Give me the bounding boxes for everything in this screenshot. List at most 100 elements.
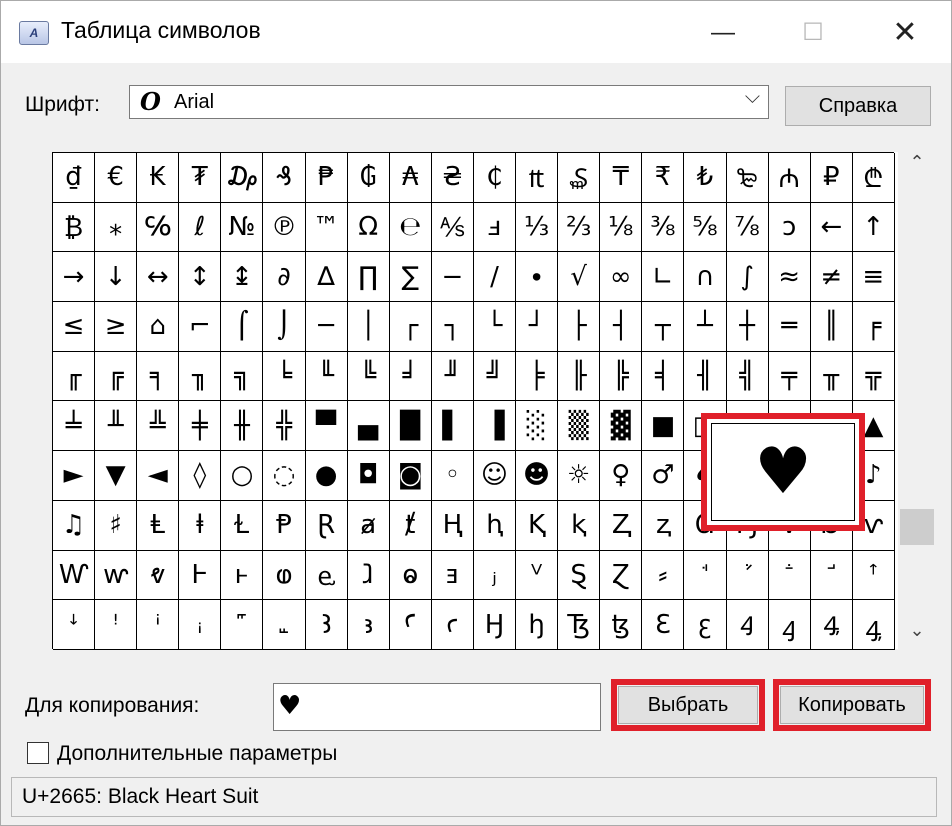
copy-button[interactable]: Копировать (780, 686, 924, 724)
character-cell[interactable]: █ (389, 401, 432, 452)
character-cell[interactable]: ≡ (852, 252, 895, 303)
minimize-button[interactable]: — (705, 15, 741, 51)
character-cell[interactable]: ┬ (642, 302, 685, 352)
character-cell[interactable]: ⌂ (137, 302, 180, 352)
character-cell[interactable]: ← (810, 202, 853, 253)
character-cell[interactable]: ∫ (726, 252, 769, 303)
character-cell[interactable]: ╘ (263, 351, 306, 402)
character-cell[interactable]: ꜝ (95, 600, 138, 650)
character-cell[interactable]: Ɽ (305, 500, 348, 551)
character-cell[interactable]: ₱ (305, 153, 348, 203)
character-cell[interactable]: ⱷ (263, 550, 306, 601)
character-cell[interactable]: Ɫ (221, 500, 264, 551)
character-cell[interactable]: ╡ (642, 351, 685, 402)
character-cell[interactable]: Ⱳ (53, 550, 96, 601)
scroll-up-arrow-icon[interactable]: ⌃ (903, 152, 931, 180)
character-cell[interactable]: ₸ (600, 153, 643, 203)
character-cell[interactable]: ⱼ (473, 550, 517, 601)
character-cell[interactable]: ꜚ (810, 550, 853, 601)
character-cell[interactable]: ╒ (852, 302, 895, 352)
character-cell[interactable]: ⅎ (473, 202, 517, 253)
character-cell[interactable]: ₽ (810, 153, 853, 203)
character-cell[interactable]: ∆ (305, 252, 348, 303)
character-cell[interactable]: ⁎ (95, 202, 138, 253)
help-button[interactable]: Справка (785, 86, 931, 126)
character-cell[interactable]: ⅍ (431, 202, 474, 253)
character-cell[interactable]: ⱪ (558, 500, 601, 551)
character-cell[interactable]: ┌ (389, 302, 432, 352)
character-cell[interactable]: ₲ (347, 153, 390, 203)
character-cell[interactable]: └ (473, 302, 517, 352)
character-cell[interactable]: ╝ (473, 351, 517, 402)
character-cell[interactable]: ⱳ (95, 550, 138, 601)
characters-to-copy-input[interactable]: ♥ (273, 683, 601, 731)
character-cell[interactable]: ₻ (726, 153, 769, 203)
character-cell[interactable]: ꜙ (768, 550, 811, 601)
character-cell[interactable]: ꜗ (684, 550, 727, 601)
character-cell[interactable]: ○ (221, 451, 264, 501)
character-cell[interactable]: ꜧ (516, 600, 559, 650)
character-cell[interactable]: ╔ (95, 351, 138, 402)
character-cell[interactable]: Ⱶ (179, 550, 222, 601)
character-cell[interactable]: ꜠ (221, 600, 264, 650)
character-cell[interactable]: ꜞ (137, 600, 180, 650)
maximize-button[interactable]: ☐ (795, 15, 831, 51)
character-cell[interactable]: ₶ (516, 153, 559, 203)
character-cell[interactable]: ∕ (473, 252, 517, 303)
character-cell[interactable]: € (95, 153, 138, 203)
character-cell[interactable]: ⱴ (137, 550, 180, 601)
character-cell[interactable]: ⱬ (642, 500, 685, 551)
character-cell[interactable]: ⱶ (221, 550, 264, 601)
character-cell[interactable]: ≠ (810, 252, 853, 303)
character-cell[interactable]: ╬ (263, 401, 306, 452)
character-cell[interactable]: ◦ (431, 451, 474, 501)
character-cell[interactable]: ┴ (684, 302, 727, 352)
character-cell[interactable]: ⌐ (179, 302, 222, 352)
character-cell[interactable]: ⅝ (684, 202, 727, 253)
character-cell[interactable]: Ⱡ (137, 500, 180, 551)
character-cell[interactable]: Ɀ (600, 550, 643, 601)
character-cell[interactable]: ├ (558, 302, 601, 352)
character-cell[interactable]: ꜯ (852, 600, 895, 650)
character-cell[interactable]: ◘ (347, 451, 390, 501)
character-cell[interactable]: ╙ (305, 351, 348, 402)
character-cell[interactable]: ≈ (768, 252, 811, 303)
character-cell[interactable]: ╤ (768, 351, 811, 402)
character-cell[interactable]: ™ (305, 202, 348, 253)
character-cell[interactable]: ℓ (179, 202, 222, 253)
character-cell[interactable]: ꜡ (263, 600, 306, 650)
character-cell[interactable]: ⱨ (473, 500, 517, 551)
character-cell[interactable]: ╕ (137, 351, 180, 402)
character-cell[interactable]: ꜩ (600, 600, 643, 650)
character-cell[interactable]: ┼ (726, 302, 769, 352)
character-cell[interactable]: ₭ (137, 153, 180, 203)
character-cell[interactable]: ⅛ (600, 202, 643, 253)
character-cell[interactable]: ≤ (53, 302, 96, 352)
character-cell[interactable]: ⱹ (347, 550, 390, 601)
character-cell[interactable]: ♀ (600, 451, 643, 501)
character-cell[interactable]: ⱽ (516, 550, 559, 601)
character-cell[interactable]: ╛ (389, 351, 432, 402)
character-cell[interactable]: − (431, 252, 474, 303)
character-cell[interactable]: ╚ (347, 351, 390, 402)
character-cell[interactable]: Ω (347, 202, 390, 253)
character-cell[interactable]: ℮ (389, 202, 432, 253)
character-cell[interactable]: ╖ (179, 351, 222, 402)
character-cell[interactable]: ₾ (852, 153, 895, 203)
character-cell[interactable]: ⅜ (642, 202, 685, 253)
character-cell[interactable]: ⅞ (726, 202, 769, 253)
character-cell[interactable]: Ȿ (558, 550, 601, 601)
character-cell[interactable]: ₳ (389, 153, 432, 203)
character-cell[interactable]: ◄ (137, 451, 180, 501)
character-cell[interactable]: ℗ (263, 202, 306, 253)
character-cell[interactable]: ↔ (137, 252, 180, 303)
character-cell[interactable]: ┐ (431, 302, 474, 352)
character-cell[interactable]: ℅ (137, 202, 180, 253)
advanced-view-checkbox[interactable] (27, 742, 49, 764)
character-cell[interactable]: ⅔ (558, 202, 601, 253)
character-cell[interactable]: ▒ (558, 401, 601, 452)
character-cell[interactable]: ₯ (221, 153, 264, 203)
character-cell[interactable]: ꜣ (347, 600, 390, 650)
character-cell[interactable]: ■ (642, 401, 685, 452)
character-cell[interactable]: ꜫ (684, 600, 727, 650)
